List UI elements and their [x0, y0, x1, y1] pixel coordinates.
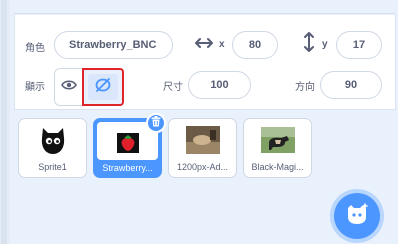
sprite-name-value: Strawberry_BNC	[69, 39, 157, 51]
sprite-thumbnail	[107, 128, 149, 158]
show-label: 顯示	[25, 82, 45, 93]
x-label: x	[219, 39, 225, 50]
eye-slash-icon	[94, 77, 112, 98]
y-value: 17	[352, 39, 366, 51]
y-input[interactable]: 17	[336, 31, 382, 59]
show-button[interactable]	[54, 68, 84, 106]
sprite-tile-strawberry[interactable]: Strawberry...	[93, 113, 166, 178]
dog-thumbnail	[260, 127, 295, 153]
y-label: y	[322, 39, 328, 50]
sprite-tile-sprite1[interactable]: Sprite1	[18, 118, 87, 178]
vertical-arrows-icon	[302, 32, 316, 55]
scrollbar[interactable]	[1, 0, 7, 244]
horizontal-arrows-icon	[195, 36, 213, 53]
choose-sprite-button[interactable]	[334, 193, 380, 239]
sprite-name-label: 角色	[25, 43, 45, 54]
sprite-name-input[interactable]: Strawberry_BNC	[54, 31, 173, 59]
direction-input[interactable]: 90	[320, 71, 382, 99]
stage-bottom-edge	[14, 0, 396, 14]
sprite-tile-1200px[interactable]: 1200px-Ad...	[168, 118, 237, 178]
sprite-tile-black-magic[interactable]: Black-Magi...	[243, 118, 312, 178]
photo-thumbnail	[185, 126, 220, 154]
sprite-name: Strawberry...	[102, 163, 153, 173]
strawberry-thumbnail	[116, 133, 139, 153]
sprite-name: Black-Magi...	[251, 162, 304, 172]
eye-icon	[61, 78, 77, 96]
sprite-name: 1200px-Ad...	[176, 162, 229, 172]
black-cat-thumbnail	[41, 128, 64, 154]
sprite-info-panel: 角色 Strawberry_BNC x 80 y 17 顯示 尺寸 100 方向…	[14, 15, 396, 110]
hide-button-selected	[88, 74, 118, 100]
hide-button[interactable]	[82, 68, 124, 106]
left-scroll-strip	[0, 0, 10, 244]
direction-value: 90	[344, 79, 358, 91]
x-input[interactable]: 80	[232, 31, 278, 59]
sprite-thumbnail	[182, 125, 224, 155]
trash-icon	[151, 114, 161, 132]
x-value: 80	[248, 39, 262, 51]
cat-plus-icon	[345, 202, 369, 230]
sprite-pane: 角色 Strawberry_BNC x 80 y 17 顯示 尺寸 100 方向…	[14, 0, 396, 244]
sprite-thumbnail	[32, 125, 74, 155]
sprite-list: Sprite1 Strawberry... 1200px-Ad... Black…	[14, 110, 396, 244]
sprite-thumbnail	[257, 125, 299, 155]
size-label: 尺寸	[163, 82, 183, 93]
size-value: 100	[210, 79, 229, 91]
delete-sprite-button[interactable]	[146, 113, 166, 133]
direction-label: 方向	[295, 82, 315, 93]
sprite-name: Sprite1	[38, 162, 67, 172]
size-input[interactable]: 100	[188, 71, 251, 99]
